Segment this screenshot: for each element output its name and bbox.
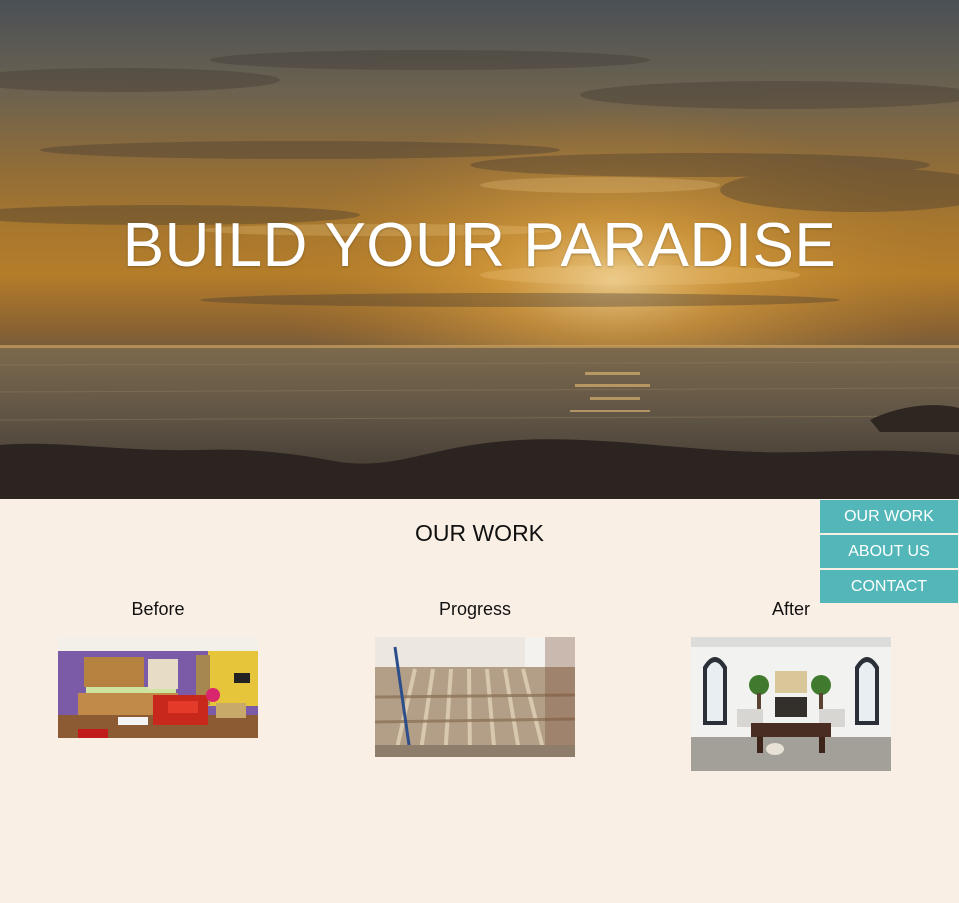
- before-column: Before: [58, 597, 258, 738]
- progress-image: [375, 637, 575, 757]
- progress-column: Progress: [375, 597, 575, 757]
- after-label: After: [771, 599, 810, 619]
- hero-title: BUILD YOUR PARADISE: [122, 211, 837, 280]
- hero-banner: BUILD YOUR PARADISE: [0, 0, 959, 499]
- before-image: [58, 637, 258, 738]
- progress-label: Progress: [438, 599, 512, 619]
- before-label: Before: [131, 599, 185, 619]
- after-column: After: [691, 597, 891, 771]
- side-nav: OUR WORK ABOUT US CONTACT: [820, 500, 958, 605]
- after-image: [691, 637, 891, 771]
- section-title: OUR WORK: [414, 520, 545, 546]
